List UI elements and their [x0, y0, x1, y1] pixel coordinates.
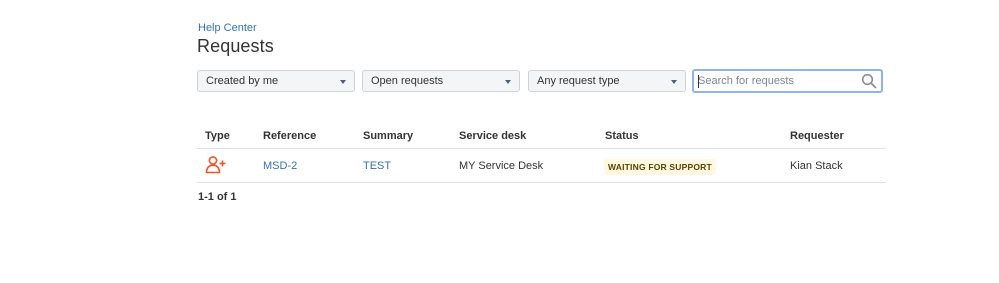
- add-user-icon: [205, 156, 226, 174]
- status-badge: WAITING FOR SUPPORT: [604, 159, 716, 175]
- search-input[interactable]: [694, 71, 854, 91]
- chevron-down-icon: [671, 80, 677, 84]
- table-row[interactable]: MSD-2 TEST MY Service Desk WAITING FOR S…: [197, 149, 886, 183]
- requester-name: Kian Stack: [790, 160, 843, 172]
- request-reference-link[interactable]: MSD-2: [263, 160, 297, 172]
- request-summary-link[interactable]: TEST: [363, 160, 391, 172]
- requests-page: Help Center Requests Created by me Open …: [0, 0, 999, 283]
- request-type-select[interactable]: Any request type: [528, 70, 686, 92]
- table-header: Type Reference Summary Service desk Stat…: [197, 126, 886, 149]
- search-icon[interactable]: [861, 73, 877, 89]
- service-desk-name: MY Service Desk: [459, 160, 544, 172]
- search-box[interactable]: [692, 69, 883, 93]
- request-status-select[interactable]: Open requests: [362, 70, 520, 92]
- chevron-down-icon: [340, 80, 346, 84]
- chevron-down-icon: [505, 80, 511, 84]
- request-status-select-value: Open requests: [371, 75, 444, 87]
- page-title: Requests: [197, 36, 274, 56]
- column-header-service-desk: Service desk: [459, 130, 527, 142]
- breadcrumb-help-center[interactable]: Help Center: [198, 22, 257, 34]
- text-cursor: [698, 75, 699, 88]
- request-type-select-value: Any request type: [537, 75, 620, 87]
- column-header-status: Status: [605, 130, 639, 142]
- column-header-type: Type: [205, 130, 230, 142]
- pagination-count: 1-1 of 1: [198, 191, 237, 203]
- created-by-select-value: Created by me: [206, 75, 279, 87]
- requests-table: Type Reference Summary Service desk Stat…: [197, 126, 886, 183]
- created-by-select[interactable]: Created by me: [197, 70, 355, 92]
- column-header-summary: Summary: [363, 130, 414, 142]
- column-header-requester: Requester: [790, 130, 844, 142]
- column-header-reference: Reference: [263, 130, 317, 142]
